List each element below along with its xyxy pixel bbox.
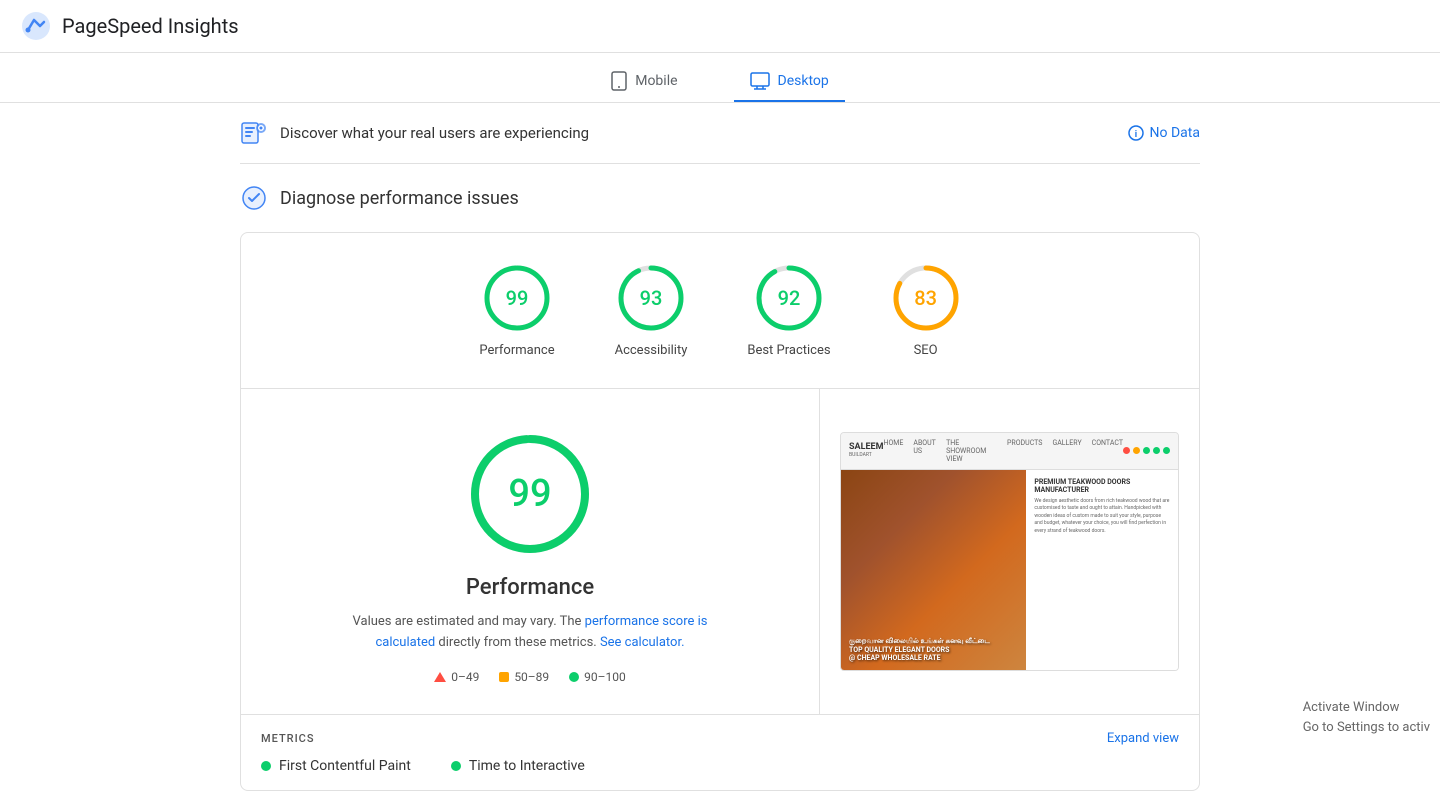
preview-body-text: We design aesthetic doors from rich teak…: [1034, 498, 1170, 536]
discover-section: Discover what your real users are experi…: [240, 103, 1200, 164]
scores-card: 99 Performance 93 Accessibility: [240, 232, 1200, 791]
score-label-best-practices: Best Practices: [747, 343, 830, 358]
score-label-accessibility: Accessibility: [615, 343, 688, 358]
score-item-accessibility[interactable]: 93 Accessibility: [615, 263, 688, 358]
large-score-value: 99: [508, 472, 551, 516]
dot-green3: [1163, 447, 1170, 454]
score-circle-accessibility: 93: [616, 263, 686, 333]
diagnose-header: Diagnose performance issues: [240, 184, 1200, 212]
perf-right: SALEEM BUILDART HOME ABOUT US THE SHOWRO…: [819, 389, 1199, 714]
metric-tti: Time to Interactive: [451, 758, 585, 774]
app-title: PageSpeed Insights: [62, 14, 239, 38]
svg-text:i: i: [1134, 130, 1136, 140]
tab-desktop[interactable]: Desktop: [734, 62, 845, 102]
discover-text: Discover what your real users are experi…: [280, 124, 589, 142]
tab-mobile[interactable]: Mobile: [595, 61, 693, 103]
preview-content-section: PREMIUM TEAKWOOD DOORS MANUFACTURER We d…: [1026, 470, 1178, 670]
score-value-best-practices: 92: [778, 286, 801, 310]
score-label-seo: SEO: [914, 343, 938, 358]
perf-detail: 99 Performance Values are estimated and …: [241, 389, 1199, 714]
preview-dots: [1123, 447, 1170, 454]
dot-green1: [1143, 447, 1150, 454]
score-value-performance: 99: [506, 286, 529, 310]
legend-circle-icon: [569, 672, 579, 682]
preview-headline: PREMIUM TEAKWOOD DOORS MANUFACTURER: [1034, 478, 1170, 494]
diagnose-title: Diagnose performance issues: [280, 188, 519, 209]
app-header: PageSpeed Insights: [0, 0, 1440, 53]
main-content: Discover what your real users are experi…: [220, 103, 1220, 811]
preview-body: குறைவான விலையில் உங்கள் கனவு வீட்டை TOP …: [841, 470, 1178, 670]
see-calculator-link[interactable]: See calculator.: [600, 635, 685, 650]
windows-watermark: Activate Window Go to Settings to activ: [1303, 698, 1430, 737]
score-circle-seo: 83: [891, 263, 961, 333]
header-logo: PageSpeed Insights: [20, 10, 239, 42]
metrics-header: METRICS Expand view: [261, 731, 1179, 746]
desktop-icon: [750, 72, 770, 90]
preview-image-text: குறைவான விலையில் உங்கள் கனவு வீட்டை TOP …: [849, 637, 1018, 662]
metrics-row: First Contentful Paint Time to Interacti…: [261, 758, 1179, 774]
score-circles-row: 99 Performance 93 Accessibility: [241, 233, 1199, 389]
pagespeed-logo-icon: [20, 10, 52, 42]
diagnose-icon: [240, 184, 268, 212]
metric-label-fcp: First Contentful Paint: [279, 758, 411, 774]
perf-desc: Values are estimated and may vary. The p…: [350, 612, 710, 654]
score-item-performance[interactable]: 99 Performance: [479, 263, 554, 358]
score-value-accessibility: 93: [640, 286, 663, 310]
preview-nav: HOME ABOUT US THE SHOWROOM VIEW PRODUCTS…: [883, 439, 1123, 463]
metrics-title: METRICS: [261, 732, 315, 745]
legend-triangle-icon: [434, 672, 446, 682]
perf-title: Performance: [466, 575, 594, 600]
legend-square-icon: [499, 672, 509, 682]
large-score-circle: 99: [465, 429, 595, 559]
dot-red: [1123, 447, 1130, 454]
score-label-performance: Performance: [479, 343, 554, 358]
metrics-section: METRICS Expand view First Contentful Pai…: [241, 714, 1199, 790]
legend-row: 0–49 50–89 90–100: [434, 670, 626, 684]
score-item-seo[interactable]: 83 SEO: [891, 263, 961, 358]
score-circle-performance: 99: [482, 263, 552, 333]
legend-low: 0–49: [434, 670, 479, 684]
diagnose-section: Diagnose performance issues 99 Performan…: [240, 164, 1200, 811]
score-item-best-practices[interactable]: 92 Best Practices: [747, 263, 830, 358]
legend-mid: 50–89: [499, 670, 549, 684]
discover-icon: [240, 119, 268, 147]
website-preview: SALEEM BUILDART HOME ABOUT US THE SHOWRO…: [840, 432, 1179, 671]
info-icon: i: [1128, 125, 1144, 141]
metric-dot-fcp: [261, 761, 271, 771]
legend-high: 90–100: [569, 670, 626, 684]
expand-view-button[interactable]: Expand view: [1107, 731, 1179, 746]
metric-dot-tti: [451, 761, 461, 771]
dot-green2: [1153, 447, 1160, 454]
score-circle-best-practices: 92: [754, 263, 824, 333]
no-data-indicator: i No Data: [1128, 125, 1200, 141]
tab-bar: Mobile Desktop: [0, 53, 1440, 103]
discover-left: Discover what your real users are experi…: [240, 119, 589, 147]
mobile-icon: [611, 71, 627, 91]
preview-logo-area: SALEEM BUILDART: [849, 443, 883, 458]
dot-orange: [1133, 447, 1140, 454]
preview-image-section: குறைவான விலையில் உங்கள் கனவு வீட்டை TOP …: [841, 470, 1026, 670]
preview-topbar: SALEEM BUILDART HOME ABOUT US THE SHOWRO…: [841, 433, 1178, 470]
perf-left: 99 Performance Values are estimated and …: [241, 389, 819, 714]
metric-label-tti: Time to Interactive: [469, 758, 585, 774]
score-value-seo: 83: [914, 286, 937, 310]
metric-fcp: First Contentful Paint: [261, 758, 411, 774]
preview-site-sub: BUILDART: [849, 453, 883, 459]
